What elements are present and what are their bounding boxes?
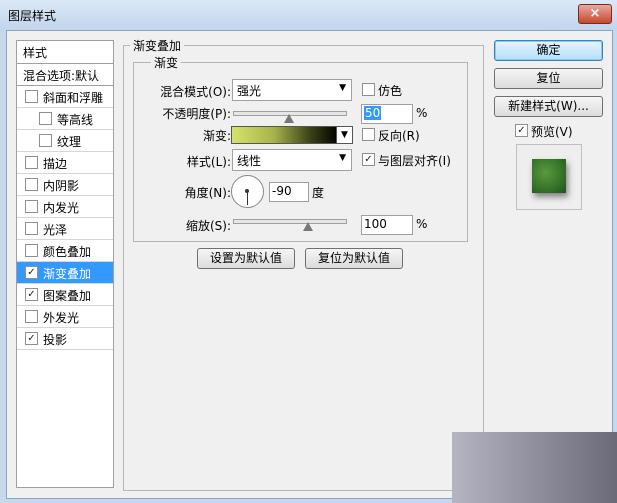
ok-button[interactable]: 确定 <box>494 40 603 61</box>
opacity-unit: % <box>416 106 428 120</box>
blend-mode-value: 强光 <box>237 84 262 98</box>
chevron-down-icon: ▼ <box>339 153 346 163</box>
style-item-label: 内发光 <box>43 201 80 215</box>
style-item[interactable]: 光泽 <box>17 218 113 240</box>
opacity-slider-thumb[interactable] <box>284 114 294 123</box>
style-item-label: 纹理 <box>57 135 82 149</box>
style-item-checkbox[interactable] <box>39 134 52 147</box>
style-value: 线性 <box>237 154 262 168</box>
style-item[interactable]: ✓ 图案叠加 <box>17 284 113 306</box>
style-item[interactable]: 纹理 <box>17 130 113 152</box>
dither-checkbox[interactable] <box>362 83 375 96</box>
gradient-overlay-title: 渐变叠加 <box>130 37 185 54</box>
style-item[interactable]: 斜面和浮雕 <box>17 86 113 108</box>
angle-needle <box>247 191 248 205</box>
preview-label: 预览(V) <box>531 125 573 139</box>
style-item-label: 斜面和浮雕 <box>43 91 104 105</box>
blend-mode-label: 混合模式(O): <box>160 85 231 99</box>
style-select[interactable]: 线性 ▼ <box>232 149 352 171</box>
style-item[interactable]: 外发光 <box>17 306 113 328</box>
scale-input[interactable]: 100 <box>361 215 413 235</box>
title-bar: 图层样式 × <box>0 0 617 30</box>
preview-checkbox[interactable]: ✓ <box>515 124 528 137</box>
style-item-label: 颜色叠加 <box>43 245 92 259</box>
gradient-label: 渐变: <box>202 129 231 143</box>
angle-dial-center <box>245 189 249 193</box>
style-item[interactable]: 内阴影 <box>17 174 113 196</box>
style-item-checkbox[interactable] <box>25 222 38 235</box>
blend-options-item[interactable]: 混合选项:默认 <box>17 64 113 86</box>
style-item-checkbox[interactable] <box>39 112 52 125</box>
style-item-label: 图案叠加 <box>43 289 92 303</box>
style-item-checkbox[interactable]: ✓ <box>25 266 38 279</box>
style-item[interactable]: 描边 <box>17 152 113 174</box>
gradient-dropdown-button[interactable]: ▼ <box>336 126 353 144</box>
align-with-layer-label: 与图层对齐(I) <box>378 154 451 168</box>
style-item-label: 描边 <box>43 157 68 171</box>
style-item[interactable]: 等高线 <box>17 108 113 130</box>
close-button[interactable]: × <box>578 4 612 24</box>
reset-to-default-button[interactable]: 复位为默认值 <box>305 248 403 269</box>
styles-header[interactable]: 样式 <box>17 41 113 64</box>
dither-label: 仿色 <box>378 84 403 98</box>
angle-input[interactable]: -90 <box>269 182 309 202</box>
opacity-value: 50 <box>364 106 382 120</box>
style-label: 样式(L): <box>186 155 231 169</box>
opacity-label: 不透明度(P): <box>162 107 231 121</box>
angle-label: 角度(N): <box>184 186 231 200</box>
style-item-checkbox[interactable] <box>25 156 38 169</box>
background-corner <box>452 432 617 503</box>
style-item-label: 光泽 <box>43 223 68 237</box>
style-item-label: 外发光 <box>43 311 80 325</box>
dialog-body: 样式 混合选项:默认 斜面和浮雕等高线纹理描边内阴影内发光光泽颜色叠加 ✓ 渐变叠加… <box>6 30 613 499</box>
chevron-down-icon: ▼ <box>339 83 346 93</box>
style-item-checkbox[interactable] <box>25 178 38 191</box>
style-item-label: 投影 <box>43 333 68 347</box>
style-item[interactable]: ✓ 渐变叠加 <box>17 262 113 284</box>
reset-button[interactable]: 复位 <box>494 68 603 89</box>
reverse-label: 反向(R) <box>378 129 420 143</box>
gradient-subgroup-title: 渐变 <box>151 54 182 71</box>
style-item-checkbox[interactable] <box>25 200 38 213</box>
chevron-down-icon: ▼ <box>341 130 348 140</box>
style-item-checkbox[interactable]: ✓ <box>25 332 38 345</box>
make-default-button[interactable]: 设置为默认值 <box>197 248 295 269</box>
style-preview <box>516 144 582 210</box>
angle-dial[interactable] <box>231 175 264 208</box>
blend-options-label: 混合选项:默认 <box>23 69 100 83</box>
scale-slider-thumb[interactable] <box>302 222 313 231</box>
angle-value: -90 <box>272 184 292 198</box>
preview-swatch <box>532 159 566 193</box>
gradient-picker[interactable] <box>231 126 337 144</box>
styles-list: 样式 混合选项:默认 斜面和浮雕等高线纹理描边内阴影内发光光泽颜色叠加 ✓ 渐变叠加… <box>16 40 114 488</box>
style-item[interactable]: ✓ 投影 <box>17 328 113 350</box>
style-item-label: 等高线 <box>57 113 94 127</box>
scale-label: 缩放(S): <box>185 219 231 233</box>
align-with-layer-checkbox[interactable]: ✓ <box>362 153 375 166</box>
new-style-button[interactable]: 新建样式(W)... <box>494 96 603 117</box>
style-item[interactable]: 内发光 <box>17 196 113 218</box>
opacity-input[interactable]: 50 <box>361 104 413 124</box>
style-item-checkbox[interactable]: ✓ <box>25 288 38 301</box>
styles-header-label: 样式 <box>23 46 48 60</box>
style-item-checkbox[interactable] <box>25 310 38 323</box>
window-title: 图层样式 <box>8 9 57 23</box>
style-item-label: 内阴影 <box>43 179 80 193</box>
scale-unit: % <box>416 217 428 231</box>
scale-value: 100 <box>364 217 387 231</box>
style-item-checkbox[interactable] <box>25 90 38 103</box>
style-item-label: 渐变叠加 <box>43 267 92 281</box>
blend-mode-select[interactable]: 强光 ▼ <box>232 79 352 101</box>
style-item-checkbox[interactable] <box>25 244 38 257</box>
angle-unit: 度 <box>312 186 325 200</box>
style-item[interactable]: 颜色叠加 <box>17 240 113 262</box>
reverse-checkbox[interactable] <box>362 128 375 141</box>
scale-slider[interactable] <box>233 219 347 224</box>
